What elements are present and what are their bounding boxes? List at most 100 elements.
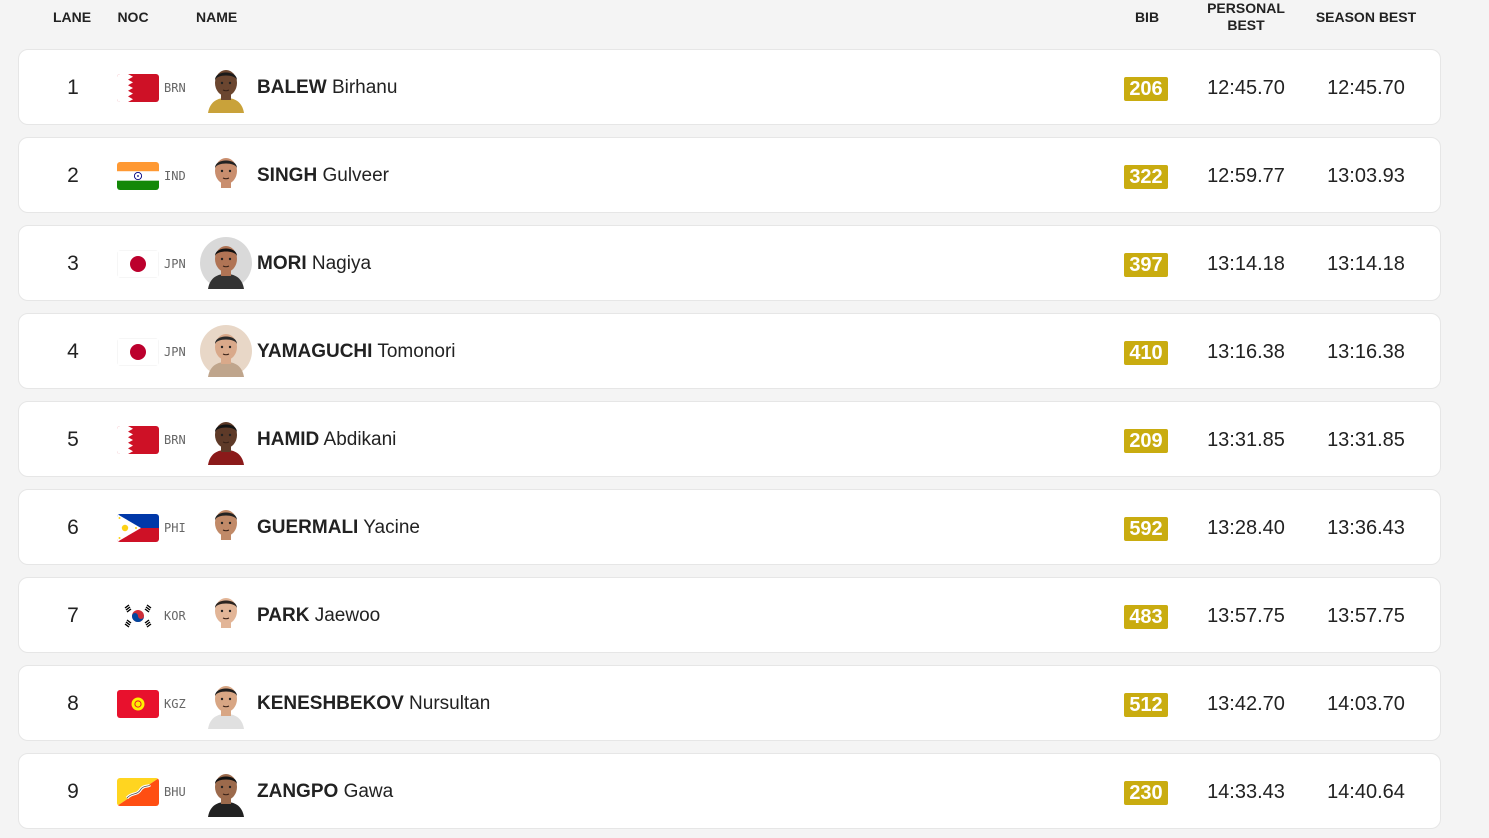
personal-best: 13:14.18 bbox=[1207, 253, 1285, 275]
athlete-first-name: Gulveer bbox=[322, 165, 389, 186]
athlete-name[interactable]: BALEW Birhanu bbox=[257, 50, 397, 126]
header-personal-best-line1: PERSONAL bbox=[1207, 0, 1285, 16]
table-row[interactable]: 7 KOR PARK Jaewoo 483 13:57.75 13:57.75 bbox=[18, 577, 1441, 653]
athlete-last-name: ZANGPO bbox=[257, 781, 339, 802]
bib-badge: 322 bbox=[1124, 165, 1168, 189]
athlete-first-name: Nursultan bbox=[409, 693, 491, 714]
athlete-name[interactable]: YAMAGUCHI Tomonori bbox=[257, 314, 456, 390]
header-bib: BIB bbox=[1134, 9, 1160, 25]
personal-best: 12:59.77 bbox=[1207, 165, 1285, 187]
noc-code: BRN bbox=[164, 81, 186, 95]
bib-badge: 512 bbox=[1124, 693, 1168, 717]
lane-number: 5 bbox=[67, 428, 79, 451]
season-best: 12:45.70 bbox=[1327, 77, 1405, 99]
header-noc: NOC bbox=[117, 9, 149, 25]
athlete-last-name: BALEW bbox=[257, 77, 327, 98]
personal-best: 13:42.70 bbox=[1207, 693, 1285, 715]
lane-number: 7 bbox=[67, 604, 79, 627]
japan-flag-icon bbox=[117, 250, 159, 278]
personal-best: 13:57.75 bbox=[1207, 605, 1285, 627]
header-lane: LANE bbox=[52, 9, 92, 25]
athlete-last-name: HAMID bbox=[257, 429, 320, 450]
header-personal-best-line2: BEST bbox=[1227, 17, 1265, 33]
bib-badge: 397 bbox=[1124, 253, 1168, 277]
athlete-avatar bbox=[200, 237, 252, 289]
bib-badge: 483 bbox=[1124, 605, 1168, 629]
bib-badge: 410 bbox=[1124, 341, 1168, 365]
bahrain-flag-icon bbox=[117, 74, 159, 102]
athlete-avatar bbox=[200, 501, 252, 553]
india-flag-icon bbox=[117, 162, 159, 190]
season-best: 14:40.64 bbox=[1327, 781, 1405, 803]
lane-number: 9 bbox=[67, 780, 79, 803]
table-row[interactable]: 8 KGZ KENESHBEKOV Nursultan 512 13:42.70 14:0… bbox=[18, 665, 1441, 741]
noc-code: PHI bbox=[164, 521, 186, 535]
noc-code: KOR bbox=[164, 609, 186, 623]
season-best: 13:03.93 bbox=[1327, 165, 1405, 187]
athlete-last-name: KENESHBEKOV bbox=[257, 693, 404, 714]
athlete-name[interactable]: MORI Nagiya bbox=[257, 226, 371, 302]
season-best: 13:36.43 bbox=[1327, 517, 1405, 539]
table-header: LANE NOC NAME BIB PERSONAL BEST SEASON B… bbox=[0, 0, 1489, 40]
lane-number: 6 bbox=[67, 516, 79, 539]
noc-code: KGZ bbox=[164, 697, 186, 711]
athlete-avatar bbox=[200, 677, 252, 729]
table-row[interactable]: 9 BHU ZANGPO Gawa 230 14:33.43 14:40.64 bbox=[18, 753, 1441, 829]
athlete-name[interactable]: HAMID Abdikani bbox=[257, 402, 396, 478]
athlete-avatar bbox=[200, 765, 252, 817]
noc-code: BRN bbox=[164, 433, 186, 447]
personal-best: 13:31.85 bbox=[1207, 429, 1285, 451]
noc-code: BHU bbox=[164, 785, 186, 799]
athlete-name[interactable]: GUERMALI Yacine bbox=[257, 490, 420, 566]
table-row[interactable]: 5 BRN HAMID Abdikani 209 13:31.85 13:31.85 bbox=[18, 401, 1441, 477]
athlete-last-name: SINGH bbox=[257, 165, 318, 186]
header-name: NAME bbox=[196, 9, 238, 25]
lane-number: 2 bbox=[67, 164, 79, 187]
athlete-last-name: MORI bbox=[257, 253, 307, 274]
table-row[interactable]: 4 JPN YAMAGUCHI Tomonori 410 13:16.38 13:16.3… bbox=[18, 313, 1441, 389]
season-best: 14:03.70 bbox=[1327, 693, 1405, 715]
bhutan-flag-icon bbox=[117, 778, 159, 806]
athlete-first-name: Jaewoo bbox=[314, 605, 381, 626]
season-best: 13:14.18 bbox=[1327, 253, 1405, 275]
noc-code: JPN bbox=[164, 257, 186, 271]
lane-number: 3 bbox=[67, 252, 79, 275]
table-row[interactable]: 1 BRN BALEW Birhanu 206 12:45.70 12:45.70 bbox=[18, 49, 1441, 125]
personal-best: 12:45.70 bbox=[1207, 77, 1285, 99]
lane-number: 8 bbox=[67, 692, 79, 715]
athlete-avatar bbox=[200, 149, 252, 201]
athlete-name[interactable]: SINGH Gulveer bbox=[257, 138, 389, 214]
philippines-flag-icon bbox=[117, 514, 159, 542]
personal-best: 14:33.43 bbox=[1207, 781, 1285, 803]
athlete-avatar bbox=[200, 589, 252, 641]
athlete-name[interactable]: ZANGPO Gawa bbox=[257, 754, 393, 830]
japan-flag-icon bbox=[117, 338, 159, 366]
athlete-name[interactable]: PARK Jaewoo bbox=[257, 578, 380, 654]
bib-badge: 206 bbox=[1124, 77, 1168, 101]
noc-code: JPN bbox=[164, 345, 186, 359]
athlete-last-name: YAMAGUCHI bbox=[257, 341, 373, 362]
bahrain-flag-icon bbox=[117, 426, 159, 454]
kyrgyzstan-flag-icon bbox=[117, 690, 159, 718]
table-row[interactable]: 3 JPN MORI Nagiya 397 13:14.18 13:14.18 bbox=[18, 225, 1441, 301]
lane-number: 4 bbox=[67, 340, 79, 363]
athlete-first-name: Birhanu bbox=[331, 77, 398, 98]
table-row[interactable]: 6 PHI GUERMALI Yacine 592 13:28.40 13:36.43 bbox=[18, 489, 1441, 565]
personal-best: 13:28.40 bbox=[1207, 517, 1285, 539]
athlete-name[interactable]: KENESHBEKOV Nursultan bbox=[257, 666, 490, 742]
athlete-first-name: Tomonori bbox=[377, 341, 456, 362]
athlete-avatar bbox=[200, 413, 252, 465]
korea-flag-icon bbox=[117, 602, 159, 630]
athlete-avatar bbox=[200, 61, 252, 113]
season-best: 13:31.85 bbox=[1327, 429, 1405, 451]
bib-badge: 209 bbox=[1124, 429, 1168, 453]
athlete-first-name: Gawa bbox=[343, 781, 394, 802]
header-season-best: SEASON BEST bbox=[1315, 9, 1417, 25]
season-best: 13:16.38 bbox=[1327, 341, 1405, 363]
bib-badge: 230 bbox=[1124, 781, 1168, 805]
table-row[interactable]: 2 IND SINGH Gulveer 322 12:59.77 13:03.93 bbox=[18, 137, 1441, 213]
header-personal-best: PERSONAL BEST bbox=[1186, 0, 1306, 34]
personal-best: 13:16.38 bbox=[1207, 341, 1285, 363]
athlete-first-name: Abdikani bbox=[323, 429, 397, 450]
athlete-last-name: GUERMALI bbox=[257, 517, 359, 538]
